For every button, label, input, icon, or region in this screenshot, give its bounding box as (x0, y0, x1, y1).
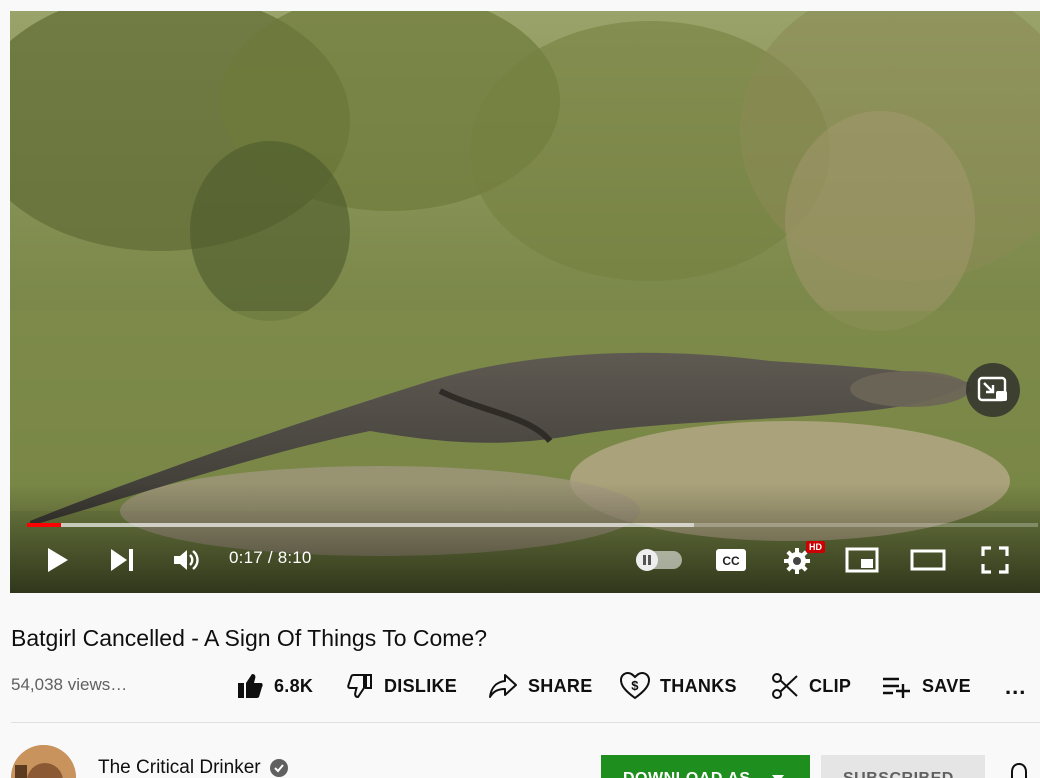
video-player[interactable]: 0:17 / 8:10 CC HD (10, 11, 1040, 593)
volume-icon (174, 550, 199, 570)
save-button[interactable]: SAVE (882, 668, 971, 704)
thumbs-up-icon (238, 674, 263, 698)
more-actions-button[interactable]: ... (1005, 674, 1026, 700)
next-button[interactable] (108, 546, 136, 574)
thanks-button[interactable]: $ THANKS (620, 668, 737, 704)
controls-gradient (10, 483, 1040, 593)
thanks-label: THANKS (660, 675, 737, 696)
time-current: 0:17 (229, 548, 263, 567)
share-icon (489, 674, 517, 698)
next-icon (111, 549, 133, 571)
youtube-watch-page: 0:17 / 8:10 CC HD Batgirl Cancelled - A … (0, 0, 1040, 778)
hd-badge: HD (806, 541, 825, 553)
play-icon (48, 548, 68, 572)
svg-text:$: $ (631, 678, 639, 693)
picture-in-picture-button[interactable] (966, 363, 1020, 417)
miniplayer-button[interactable] (845, 546, 879, 574)
clip-button[interactable]: CLIP (771, 668, 851, 704)
play-button[interactable] (44, 546, 72, 574)
thumbs-down-icon (347, 674, 372, 699)
subscribed-button[interactable]: SUBSCRIBED (821, 755, 985, 778)
caret-down-icon (772, 775, 784, 778)
captions-button[interactable]: CC (715, 548, 747, 572)
download-label: DOWNLOAD AS (623, 770, 751, 778)
divider (11, 722, 1040, 723)
pause-icon (636, 549, 658, 571)
progress-bar[interactable] (27, 523, 1038, 527)
picture-in-picture-icon (977, 376, 1007, 402)
played-bar (27, 523, 62, 527)
share-button[interactable]: SHARE (488, 668, 593, 704)
fullscreen-button[interactable] (980, 546, 1010, 574)
autoplay-toggle[interactable] (636, 549, 682, 571)
bell-icon (1010, 762, 1028, 778)
dislike-button[interactable]: DISLIKE (346, 668, 457, 704)
time-display: 0:17 / 8:10 (229, 548, 312, 568)
verified-icon (270, 759, 288, 777)
save-label: SAVE (922, 675, 971, 696)
view-count[interactable]: 54,038 views… (11, 675, 127, 695)
video-title: Batgirl Cancelled - A Sign Of Things To … (11, 625, 488, 651)
time-total: 8:10 (277, 548, 312, 567)
clip-label: CLIP (809, 675, 852, 696)
like-count: 6.8K (274, 675, 314, 696)
like-button[interactable]: 6.8K (236, 668, 313, 704)
share-label: SHARE (528, 675, 593, 696)
avatar-image (11, 745, 76, 778)
volume-button[interactable] (172, 546, 202, 574)
dislike-label: DISLIKE (384, 675, 458, 696)
playlist-add-icon (883, 677, 910, 698)
notification-bell-button[interactable] (1008, 762, 1030, 778)
theater-icon (910, 549, 946, 571)
download-button[interactable]: DOWNLOAD AS (601, 755, 810, 778)
theater-mode-button[interactable] (910, 548, 946, 572)
scissors-icon (772, 673, 798, 699)
captions-icon: CC (716, 549, 746, 571)
heart-dollar-icon: $ (620, 672, 650, 700)
channel-name[interactable]: The Critical Drinker (98, 757, 261, 778)
time-separator: / (267, 548, 273, 567)
cc-label: CC (722, 554, 740, 568)
channel-avatar[interactable] (11, 745, 76, 778)
miniplayer-icon (845, 547, 879, 573)
buffered-bar (27, 523, 695, 527)
fullscreen-icon (981, 546, 1009, 574)
